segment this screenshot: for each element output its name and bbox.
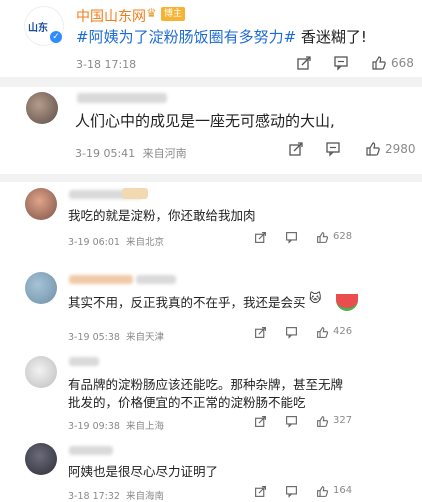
comment-date: 3-19 05:41	[75, 147, 136, 160]
blogger-badge: 博主	[161, 7, 186, 21]
comment-icon[interactable]	[285, 231, 298, 244]
comment-location: 来自天津	[126, 332, 165, 343]
thumbs-up-icon[interactable]	[365, 141, 381, 157]
comment-like-count: 628	[333, 231, 353, 242]
comment-text: 阿姨也是很尽心尽力证明了	[68, 464, 219, 479]
comment-icon[interactable]	[325, 141, 341, 157]
comment-date: 3-19 05:38	[68, 332, 120, 343]
divider	[0, 77, 422, 87]
post-like-count: 668	[391, 56, 414, 70]
commenter-name-blurred	[136, 275, 176, 284]
comment-actions: 164	[254, 485, 364, 501]
watermelon-sticker-icon	[336, 294, 358, 311]
comment-location: 来自北京	[126, 237, 165, 248]
comment-meta: 3-19 09:38 来自上海	[68, 418, 164, 432]
comment-text: 我吃的就是淀粉，你还敢给我加肉	[68, 208, 256, 223]
comment-like-count: 164	[333, 485, 353, 496]
comment-actions: 426	[254, 326, 364, 342]
post-author-name[interactable]: 中国山东网	[76, 6, 146, 26]
comment-actions: 327	[254, 415, 364, 431]
thumbs-up-icon[interactable]	[316, 231, 329, 244]
post-text: #阿姨为了淀粉肠饭圈有多努力# 香迷糊了!	[76, 26, 367, 47]
comment-location: 来自海南	[126, 491, 165, 502]
commenter-avatar[interactable]	[25, 356, 57, 388]
thumbs-up-icon[interactable]	[316, 485, 329, 498]
commenter-name-blurred	[69, 446, 113, 455]
comment-date: 3-19 09:38	[68, 421, 120, 432]
share-icon[interactable]	[254, 485, 267, 498]
comment-meta: 3-19 05:38 来自天津	[68, 329, 164, 343]
comment-like-count: 426	[333, 326, 353, 337]
commenter-name-blurred	[69, 275, 133, 284]
share-icon[interactable]	[254, 231, 267, 244]
share-icon[interactable]	[254, 326, 267, 339]
comment-actions: 2980	[288, 141, 422, 159]
commenter-avatar[interactable]	[26, 92, 58, 124]
commenter-name-blurred	[69, 357, 99, 366]
comment-like-count: 2980	[385, 142, 416, 156]
commenter-avatar[interactable]	[25, 188, 57, 220]
thumbs-up-icon[interactable]	[316, 326, 329, 339]
comment-meta: 3-18 17:32 来自海南	[68, 488, 164, 502]
comment-actions: 628	[254, 231, 364, 247]
comment-icon[interactable]	[333, 55, 349, 71]
comment-icon[interactable]	[285, 485, 298, 498]
comment-like-count: 327	[333, 415, 353, 426]
comment-meta: 3-19 05:41 来自河南	[75, 145, 187, 161]
comment-location: 来自河南	[142, 147, 187, 160]
comment-text-line: 批发的，价格便宜的不正常的淀粉肠不能吃	[68, 395, 306, 410]
commenter-avatar[interactable]	[25, 443, 57, 475]
thumbs-up-icon[interactable]	[316, 415, 329, 428]
member-icon: ♛	[146, 6, 157, 20]
divider	[0, 174, 422, 182]
comment-icon[interactable]	[285, 415, 298, 428]
comment-date: 3-19 06:01	[68, 237, 120, 248]
member-icon	[122, 188, 148, 199]
cat-emoji-icon: 🐱	[309, 291, 322, 305]
post-text-tail: 香迷糊了!	[300, 28, 367, 46]
thumbs-up-icon[interactable]	[371, 55, 387, 71]
comment-icon[interactable]	[285, 326, 298, 339]
post-hashtag[interactable]: #阿姨为了淀粉肠饭圈有多努力#	[76, 28, 296, 46]
comment-text: 其实不用，反正我真的不在乎，我还是会买	[68, 295, 306, 310]
share-icon[interactable]	[288, 141, 304, 157]
comment-text-line: 有品牌的淀粉肠应该还能吃。那种杂牌，甚至无牌	[68, 377, 344, 392]
share-icon[interactable]	[296, 55, 312, 71]
post-actions: 668	[296, 55, 422, 73]
post-date: 3-18 17:18	[76, 58, 137, 71]
comment-text: 人们心中的成见是一座无可感动的大山,	[75, 112, 335, 130]
commenter-avatar[interactable]	[25, 272, 57, 304]
share-icon[interactable]	[254, 415, 267, 428]
commenter-name-blurred	[77, 93, 167, 103]
author-avatar-logo: 山东	[28, 23, 48, 34]
verified-icon: ✓	[50, 31, 62, 43]
comment-meta: 3-19 06:01 来自北京	[68, 234, 164, 248]
comment-date: 3-18 17:32	[68, 491, 120, 502]
comment-location: 来自上海	[126, 421, 165, 432]
